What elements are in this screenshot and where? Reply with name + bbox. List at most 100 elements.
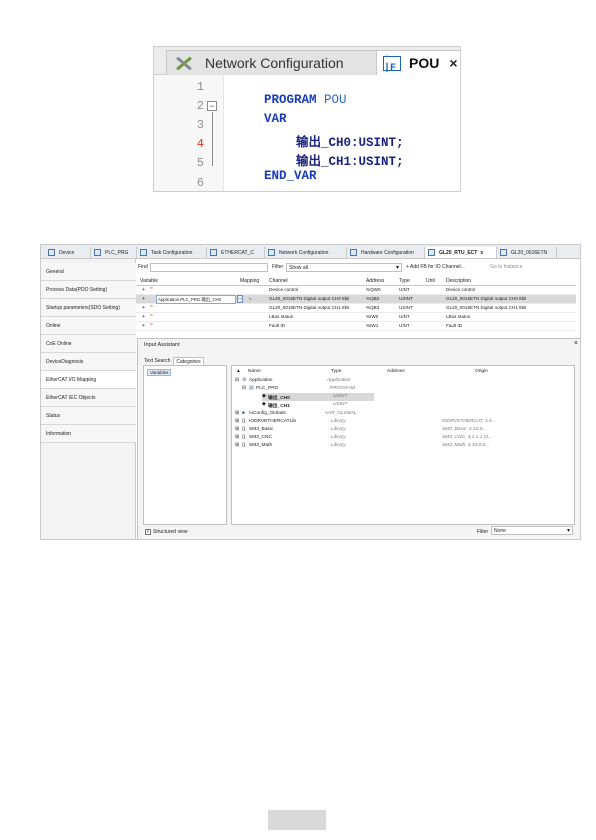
sort-icon[interactable]: ▲ — [236, 369, 241, 374]
sidebar-item-device-diagnosis[interactable]: DeviceDiagnosis — [41, 353, 136, 371]
line-number: 5 — [196, 156, 204, 170]
line-number: 6 — [196, 176, 204, 190]
library-icon: {} — [242, 419, 246, 424]
col-variable[interactable]: Variable — [140, 278, 158, 284]
tree-row[interactable]: ⊞ {} IODRVETHERCATLib Library IODRVETHER… — [232, 418, 576, 426]
sidebar-item-ethercat-io-mapping[interactable]: EtherCAT I/O Mapping — [41, 371, 136, 389]
expand-icon[interactable]: + — [142, 296, 145, 302]
fold-toggle-icon[interactable]: − — [207, 101, 217, 111]
table-row[interactable]: + Application.PLC_PRG.输出_CH0 ... ↘ GL20_… — [136, 295, 576, 304]
table-row[interactable]: + *ʹ Device control %QW0 UINT Device cont… — [136, 286, 576, 295]
tree-row[interactable]: ⊞ {} SM3_Basic Library SM3_Basic, 4.10.0… — [232, 426, 576, 434]
library-icon: {} — [242, 443, 246, 448]
expand-icon[interactable]: ⊞ — [235, 419, 239, 424]
add-fb-button[interactable]: + Add FB for IO Channel... — [406, 264, 465, 270]
tree-row[interactable]: ⊟ ⚙ Application Application — [232, 377, 576, 385]
filter-label: Filter — [477, 529, 489, 535]
expand-icon[interactable]: ⊞ — [235, 435, 239, 440]
category-list: Variables — [143, 365, 227, 525]
tab-pou[interactable]: -|F POU × — [376, 50, 460, 75]
collapse-icon[interactable]: ⊟ — [242, 386, 246, 391]
browse-button[interactable]: ... — [237, 295, 243, 303]
tab-ethercat-c[interactable]: ETHERCAT_C — [207, 247, 265, 258]
table-row[interactable]: + *ʹ LBus status %IW0 UINT LBus status — [136, 313, 576, 322]
col-mapping[interactable]: Mapping — [240, 278, 259, 284]
sidebar-item-process-data[interactable]: Process Data(PDO Setting) — [41, 281, 136, 299]
pou-name: POU — [324, 93, 347, 107]
ide-tab-bar: Device PLC_PRG Task Configuration ETHERC… — [41, 245, 580, 259]
col-unit[interactable]: Unit — [426, 278, 435, 284]
sidebar-item-coe-online[interactable]: CoE Online — [41, 335, 136, 353]
sidebar-item-status[interactable]: Status — [41, 407, 136, 425]
tab-hardware-configuration[interactable]: Hardware Configuration — [347, 247, 425, 258]
code-editor-screenshot: Network Configuration -|F POU × 1 2 − 3 … — [153, 46, 461, 192]
category-item-variables[interactable]: Variables — [147, 369, 171, 376]
expand-icon[interactable]: ⊞ — [235, 427, 239, 432]
table-row[interactable]: + *ʹ Fault ID %IW1 UINT Fault ID — [136, 322, 576, 331]
col-address[interactable]: Address — [366, 278, 384, 284]
close-icon[interactable]: x — [480, 250, 483, 256]
fold-guide — [212, 112, 213, 166]
expand-icon[interactable]: + — [142, 287, 145, 293]
tab-text-search[interactable]: Text Search — [142, 357, 172, 365]
device-icon — [48, 249, 55, 256]
tools-icon — [173, 54, 195, 72]
expand-icon[interactable]: + — [142, 314, 145, 320]
filter-select[interactable]: Show all — [286, 263, 402, 272]
tools-icon — [268, 249, 275, 256]
close-icon[interactable]: × — [574, 340, 578, 347]
find-input[interactable] — [150, 263, 268, 272]
col-type[interactable]: Type — [399, 278, 410, 284]
program-icon: ▤ — [249, 386, 254, 391]
sidebar-item-ethercat-iec-objects[interactable]: EtherCAT IEC Objects — [41, 389, 136, 407]
tab-device[interactable]: Device — [45, 247, 91, 258]
tab-plc-prg[interactable]: PLC_PRG — [91, 247, 137, 258]
tree-row[interactable]: ⊞ ■ IoConfig_Globals VAR_GLOBAL — [232, 410, 576, 418]
application-icon: ⚙ — [242, 378, 247, 383]
tree-row[interactable]: ⊟ ▤ PLC_PRG PROGRAM — [232, 385, 576, 393]
expand-icon[interactable]: + — [142, 323, 145, 329]
checkbox-checked-icon[interactable]: ✓ — [145, 529, 151, 535]
col-channel[interactable]: Channel — [269, 278, 288, 284]
code-line[interactable]: END_VAR — [234, 155, 317, 191]
expand-icon[interactable]: ⊞ — [235, 411, 239, 416]
table-row[interactable]: + *ʹ GL20_0016ETN Digital output CH1 8bit… — [136, 304, 576, 313]
tree-row[interactable]: ⊞ {} SM3_CNC Library SM3_CNC, 4.2.1.1 (3… — [232, 434, 576, 442]
line-number: 2 — [196, 99, 204, 113]
device-editor-sidebar: General Process Data(PDO Setting) Startu… — [41, 259, 136, 539]
sidebar-item-general[interactable]: General — [41, 263, 136, 281]
tab-label: POU — [409, 55, 440, 71]
sidebar-item-startup-parameters[interactable]: Startup parameters(SDO Setting) — [41, 299, 136, 317]
tab-task-configuration[interactable]: Task Configuration — [137, 247, 207, 258]
library-icon: {} — [242, 435, 246, 440]
find-label: Find — [138, 264, 148, 270]
module-icon — [428, 249, 435, 256]
collapse-icon[interactable]: ⊟ — [235, 378, 239, 383]
tab-network-configuration[interactable]: Network Configuration — [166, 50, 386, 75]
filter-select[interactable]: None — [491, 526, 573, 535]
tree-row[interactable]: ◆ 输出_CH1 USINT — [232, 401, 576, 409]
variable-input[interactable]: Application.PLC_PRG.输出_CH0 — [156, 295, 236, 304]
tab-gl20-rtu-ect[interactable]: GL20_RTU_ECT x — [425, 247, 497, 258]
symbol-tree: ▲ Name Type Address Origin ⊟ ⚙ Applicati… — [231, 365, 575, 525]
table-header: Variable Mapping Channel Address Type Un… — [136, 277, 576, 286]
sidebar-item-information[interactable]: Information — [41, 425, 136, 443]
expand-icon[interactable]: ⊞ — [235, 443, 239, 448]
structured-view-toggle[interactable]: ✓ Structured view — [145, 529, 187, 535]
line-number: 3 — [196, 118, 204, 132]
tree-row[interactable]: ⊞ {} SM3_Math Library SM3_Math, 4.10.0.0… — [232, 442, 576, 450]
tree-row[interactable]: ◆ 输出_CH0 USINT — [262, 393, 374, 401]
close-icon[interactable]: × — [449, 55, 457, 71]
sidebar-item-online[interactable]: Online — [41, 317, 136, 335]
keyword: END_VAR — [264, 169, 317, 183]
tab-gl20-0016etn[interactable]: GL20_0016ETN — [497, 247, 557, 258]
task-icon — [140, 249, 147, 256]
variable-icon: ◆ — [262, 394, 266, 399]
go-to-instance-button[interactable]: Go to Instance — [490, 264, 523, 270]
find-bar: Find Filter Show all + Add FB for IO Cha… — [136, 263, 580, 274]
col-description[interactable]: Description — [446, 278, 471, 284]
expand-icon[interactable]: + — [142, 305, 145, 311]
filter-label: Filter — [272, 264, 284, 270]
tab-categories[interactable]: Categories — [173, 357, 204, 365]
tab-network-configuration[interactable]: Network Configuration — [265, 247, 347, 258]
